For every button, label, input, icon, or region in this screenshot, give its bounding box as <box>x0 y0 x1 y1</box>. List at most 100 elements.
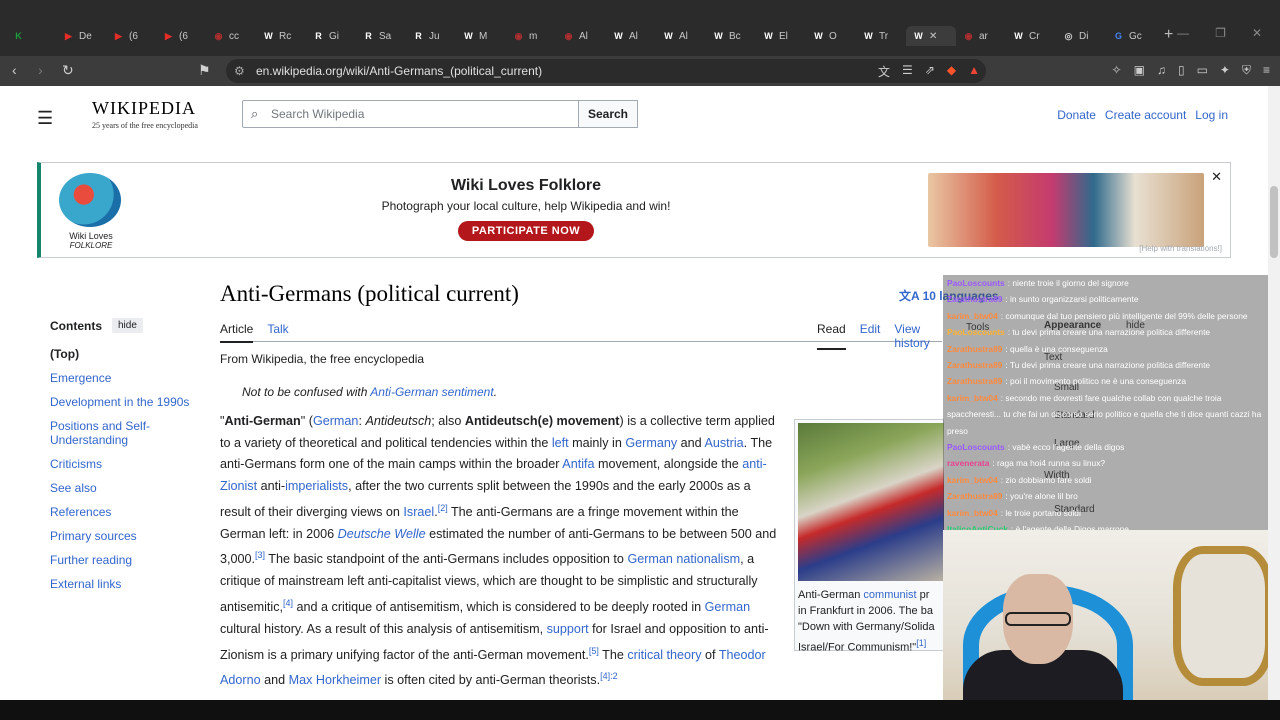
link-austria[interactable]: Austria <box>704 436 743 450</box>
share-icon[interactable]: ⇗ <box>925 63 935 80</box>
toc-item[interactable]: (Top) <box>50 347 200 361</box>
extensions-icon[interactable]: ✧ <box>1112 63 1122 78</box>
link-deutsche-welle[interactable]: Deutsche Welle <box>338 527 426 541</box>
link-german-nationalism[interactable]: German nationalism <box>627 553 740 567</box>
browser-tab[interactable]: ▶ De <box>56 26 106 46</box>
browser-tab[interactable]: ◉ Al <box>556 26 606 46</box>
link-horkheimer[interactable]: Max Horkheimer <box>289 674 381 688</box>
new-tab-icon[interactable]: + <box>1164 26 1173 46</box>
browser-tab[interactable]: W Tr <box>856 26 906 46</box>
browser-tab[interactable]: ◉ cc <box>206 26 256 46</box>
wallet-icon[interactable]: ▭ <box>1197 63 1208 78</box>
browser-tab[interactable]: K <box>6 26 56 46</box>
toc-item[interactable]: Primary sources <box>50 529 200 543</box>
link-left[interactable]: left <box>552 436 569 450</box>
reader-icon[interactable]: ☰ <box>902 63 913 80</box>
screenshot-icon[interactable]: ▣ <box>1134 63 1145 78</box>
donate-link[interactable]: Donate <box>1057 108 1096 122</box>
back-icon[interactable]: ‹ <box>12 62 17 78</box>
sidebar-icon[interactable]: ▯ <box>1178 63 1185 78</box>
link-communist[interactable]: communist <box>863 589 916 601</box>
link-antifa[interactable]: Antifa <box>562 457 594 471</box>
browser-tab[interactable]: W Rc <box>256 26 306 46</box>
browser-tab[interactable]: R Ju <box>406 26 456 46</box>
translate-icon[interactable]: 文 <box>878 63 890 80</box>
link-german-culture[interactable]: German <box>705 600 751 614</box>
site-info-icon[interactable]: ⚙ <box>234 64 245 78</box>
browser-tab[interactable]: W El <box>756 26 806 46</box>
help-translations-link[interactable]: [Help with translations!] <box>1139 244 1222 253</box>
browser-tab[interactable]: W Al <box>656 26 706 46</box>
close-window-icon[interactable]: ✕ <box>1252 26 1262 40</box>
hatnote-link[interactable]: Anti-German sentiment <box>370 385 493 399</box>
minimize-icon[interactable]: — <box>1177 26 1189 40</box>
toc-item[interactable]: External links <box>50 577 200 591</box>
browser-tab[interactable]: ▶ (6 <box>156 26 206 46</box>
media-icon[interactable]: ♫ <box>1157 63 1166 78</box>
vpn-icon[interactable]: ⛨ <box>1242 63 1251 78</box>
forward-icon[interactable]: › <box>38 62 43 78</box>
browser-tab[interactable]: ◎ Di <box>1056 26 1106 46</box>
stream-chat-overlay: PaoLoscounts: niente troie il giorno del… <box>943 275 1280 530</box>
link-israel[interactable]: Israel <box>403 505 434 519</box>
browser-tab[interactable]: G Gc <box>1106 26 1156 46</box>
browser-tab[interactable]: ◉ ar <box>956 26 1006 46</box>
maximize-icon[interactable]: ❐ <box>1215 26 1226 40</box>
infobox-photo[interactable] <box>798 423 944 581</box>
browser-tab[interactable]: W Bc <box>706 26 756 46</box>
ref-4[interactable]: [4] <box>283 598 293 608</box>
main-menu-icon[interactable]: ☰ <box>37 108 53 129</box>
wikipedia-logo[interactable]: WIKIPEDIA 25 years of the free encyclope… <box>92 98 198 130</box>
browser-tab[interactable]: W ✕ <box>906 26 956 46</box>
tab-label: ✕ <box>929 30 938 42</box>
link-imperialists[interactable]: imperialists <box>285 479 348 493</box>
browser-tab[interactable]: WM <box>456 26 506 46</box>
toc-hide-button[interactable]: hide <box>112 318 143 333</box>
create-account-link[interactable]: Create account <box>1105 108 1186 122</box>
ref-4-2[interactable]: [4]:2 <box>600 671 618 681</box>
browser-tab[interactable]: W Al <box>606 26 656 46</box>
toc-item[interactable]: See also <box>50 481 200 495</box>
link-german[interactable]: German <box>313 414 359 428</box>
link-support[interactable]: support <box>547 622 589 636</box>
toc-item[interactable]: Criticisms <box>50 457 200 471</box>
ref-5[interactable]: [5] <box>589 646 599 656</box>
close-banner-icon[interactable]: ✕ <box>1211 169 1222 185</box>
link-critical-theory[interactable]: critical theory <box>627 648 701 662</box>
tab-edit[interactable]: Edit <box>860 322 881 350</box>
toc-item[interactable]: Emergence <box>50 371 200 385</box>
participate-button[interactable]: PARTICIPATE NOW <box>457 221 595 241</box>
ref-2[interactable]: [2] <box>438 503 448 513</box>
toc-item[interactable]: Positions and Self-Understanding <box>50 419 200 447</box>
browser-tab[interactable]: ▶ (6 <box>106 26 156 46</box>
leo-icon[interactable]: ✦ <box>1220 63 1230 78</box>
page-scrollbar[interactable] <box>1268 86 1280 700</box>
toc-item[interactable]: References <box>50 505 200 519</box>
tab-read[interactable]: Read <box>817 322 846 350</box>
tab-talk[interactable]: Talk <box>267 322 288 343</box>
link-germany[interactable]: Germany <box>625 436 677 450</box>
ref-1[interactable]: [1] <box>916 638 926 648</box>
browser-tab[interactable]: WO <box>806 26 856 46</box>
caption-text-1: Anti-German <box>798 589 864 601</box>
browser-tab[interactable]: R Gi <box>306 26 356 46</box>
brave-rewards-icon[interactable]: ▲ <box>968 63 980 80</box>
browser-tab[interactable]: ◉ m <box>506 26 556 46</box>
tab-article[interactable]: Article <box>220 322 254 343</box>
scrollbar-thumb[interactable] <box>1270 186 1278 258</box>
chat-text: : Tu devi prima creare una narrazione po… <box>1005 360 1211 371</box>
bookmark-icon[interactable]: ⚑ <box>198 62 211 79</box>
ref-3[interactable]: [3] <box>255 550 265 560</box>
toc-item[interactable]: Further reading <box>50 553 200 567</box>
search-button[interactable]: Search <box>578 100 638 128</box>
menu-icon[interactable]: ≡ <box>1263 63 1270 78</box>
log-in-link[interactable]: Log in <box>1195 108 1228 122</box>
brave-shield-icon[interactable]: ◆ <box>947 63 956 80</box>
tab-view-history[interactable]: View history <box>894 322 942 350</box>
browser-tab[interactable]: W Cr <box>1006 26 1056 46</box>
toc-item[interactable]: Development in the 1990s <box>50 395 200 409</box>
address-bar[interactable]: ⚙ en.wikipedia.org/wiki/Anti-Germans_(po… <box>226 59 986 83</box>
reload-icon[interactable]: ↻ <box>62 62 74 79</box>
search-input[interactable]: ⌕ Search Wikipedia <box>242 100 579 128</box>
browser-tab[interactable]: R Sa <box>356 26 406 46</box>
